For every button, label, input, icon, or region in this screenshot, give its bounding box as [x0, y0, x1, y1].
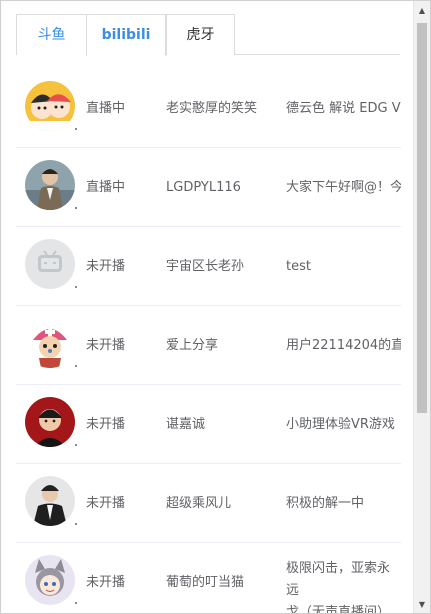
status-label: 直播中: [86, 101, 126, 116]
scroll-up-icon[interactable]: ▲: [414, 3, 430, 19]
list-item[interactable]: 未开播 爱上分享 用户22114204的直: [16, 306, 401, 385]
list-item[interactable]: 未开播 宇宙区长老孙 test: [16, 227, 401, 306]
tab-huya[interactable]: 虎牙: [166, 14, 235, 55]
status-label: 未开播: [86, 259, 126, 274]
stream-title: test: [286, 259, 311, 274]
streamer-name: LGDPYL116: [166, 180, 241, 195]
stream-title: 极限闪击，亚索永远 戈（无声直播间）: [286, 561, 391, 614]
stream-title: 大家下午好啊@！今: [286, 180, 401, 195]
avatar-dot: [75, 128, 77, 130]
avatar-dot: [75, 365, 77, 367]
tab-douyu[interactable]: 斗鱼: [16, 14, 86, 55]
stream-title: 德云色 解说 EDG VS: [286, 101, 401, 116]
status-label: 未开播: [86, 417, 126, 432]
status-label: 未开播: [86, 496, 126, 511]
streamer-name: 谌嘉诚: [166, 417, 206, 432]
streamer-name: 老实憨厚的笑笑: [166, 101, 258, 116]
list-item[interactable]: 直播中 LGDPYL116 大家下午好啊@！今: [16, 148, 401, 227]
cartoon-man-red-avatar: [25, 397, 75, 447]
platform-tabs: 斗鱼 bilibili 虎牙: [16, 14, 400, 56]
stream-title: 积极的解一中: [286, 496, 365, 511]
streamer-name: 宇宙区长老孙: [166, 259, 245, 274]
streamer-name: 葡萄的叮当猫: [166, 575, 245, 590]
avatar-dot: [75, 523, 77, 525]
avatar-dot: [75, 444, 77, 446]
man-in-suit-avatar: [25, 160, 75, 210]
avatar-dot: [75, 602, 77, 604]
stream-title: 用户22114204的直: [286, 338, 401, 353]
man-dark-jacket-avatar: [25, 476, 75, 526]
scroll-down-icon[interactable]: ▼: [414, 597, 430, 613]
status-label: 未开播: [86, 338, 126, 353]
avatar-dot: [75, 207, 77, 209]
list-item[interactable]: 未开播 谌嘉诚 小助理体验VR游戏: [16, 385, 401, 464]
vertical-scrollbar[interactable]: ▲ ▼: [413, 1, 430, 613]
cartoon-duo-avatar: [25, 81, 75, 131]
list-item[interactable]: 未开播 葡萄的叮当猫 极限闪击，亚索永远 戈（无声直播间）: [16, 543, 401, 614]
list-item[interactable]: 直播中 老实憨厚的笑笑 德云色 解说 EDG VS: [16, 69, 401, 148]
stream-title: 小助理体验VR游戏: [286, 417, 395, 432]
list-item[interactable]: 未开播 超级乘风儿 积极的解一中: [16, 464, 401, 543]
streamer-list: 直播中 老实憨厚的笑笑 德云色 解说 EDG VS 直播中 LGDPYL116 …: [16, 69, 401, 614]
status-label: 未开播: [86, 575, 126, 590]
streamer-name: 爱上分享: [166, 338, 219, 353]
bilibili-default-tv-avatar: [25, 239, 75, 289]
streamer-name: 超级乘风儿: [166, 496, 232, 511]
popup-window: 斗鱼 bilibili 虎牙 直播中 老实憨厚的笑笑 德云色 解说 EDG VS…: [0, 0, 431, 614]
scroll-thumb[interactable]: [417, 23, 427, 413]
tab-bilibili[interactable]: bilibili: [86, 14, 166, 56]
anime-cat-girl-avatar: [25, 555, 75, 605]
status-label: 直播中: [86, 180, 126, 195]
chopper-avatar: [25, 318, 75, 368]
avatar-dot: [75, 286, 77, 288]
